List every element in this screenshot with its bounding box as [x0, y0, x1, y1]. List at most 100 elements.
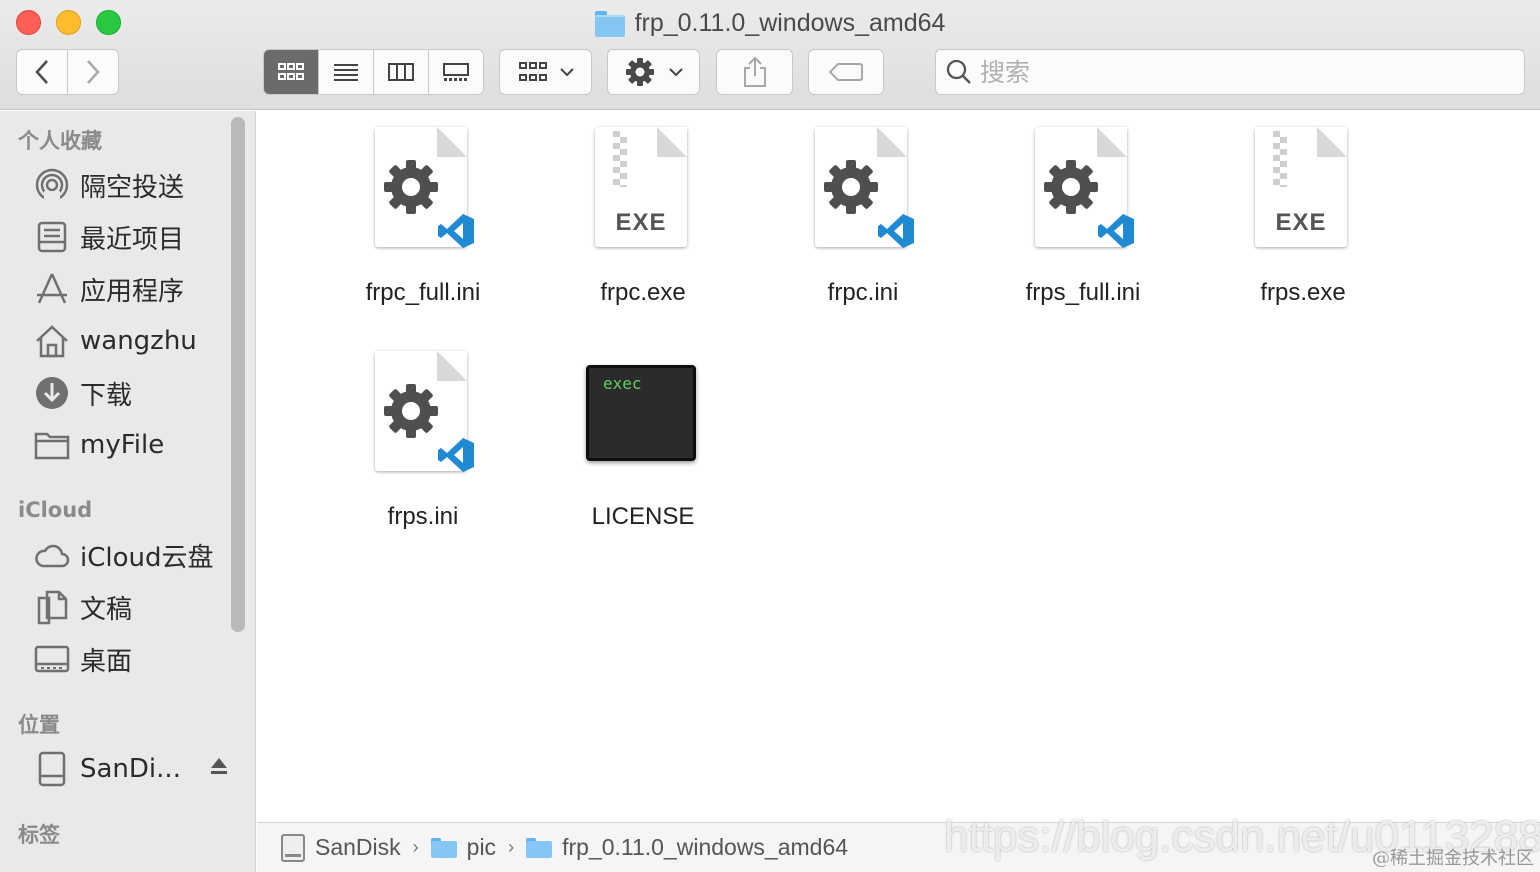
- sidebar-item-label: wangzhu: [80, 326, 197, 356]
- sidebar-section-tags: 标签: [18, 823, 60, 847]
- gear-icon: [384, 160, 438, 214]
- ini-file-icon: [1023, 127, 1143, 259]
- file-name: frpc.ini: [827, 279, 899, 306]
- search-field[interactable]: [935, 49, 1525, 95]
- file-item[interactable]: frpc.ini: [753, 127, 973, 327]
- sidebar-item-label: 隔空投送: [80, 172, 185, 203]
- path-item-label: pic: [466, 834, 497, 860]
- group-by-button[interactable]: [499, 49, 592, 95]
- icon-view-button[interactable]: [264, 50, 318, 94]
- file-item[interactable]: frps.ini: [313, 351, 533, 551]
- file-name: frpc_full.ini: [365, 279, 481, 306]
- sidebar-item-label: 下载: [80, 380, 133, 411]
- window-title-text: frp_0.11.0_windows_amd64: [634, 8, 946, 37]
- column-view-button[interactable]: [373, 50, 428, 94]
- tags-button[interactable]: [808, 49, 884, 95]
- chevron-right-icon: ›: [412, 837, 419, 857]
- recents-icon: [34, 219, 70, 255]
- file-name: frps.exe: [1260, 279, 1346, 306]
- action-menu-button[interactable]: [607, 49, 700, 95]
- icon-grid-icon: [518, 62, 547, 81]
- airdrop-icon: [34, 167, 70, 203]
- chevron-down-icon: [559, 68, 574, 77]
- vscode-icon: [1098, 214, 1134, 248]
- vscode-icon: [438, 214, 474, 248]
- sidebar-scrollbar[interactable]: [231, 117, 245, 632]
- ini-file-icon: [363, 127, 483, 259]
- folder-icon: [430, 837, 457, 858]
- exec-label: exec: [603, 374, 642, 393]
- sidebar-item-recents[interactable]: 最近项目: [34, 217, 229, 257]
- sidebar-item-sandisk[interactable]: SanDi...: [34, 749, 229, 789]
- sidebar-item-label: SanDi...: [80, 754, 181, 784]
- disk-icon: [281, 833, 305, 862]
- ini-file-icon: [803, 127, 923, 259]
- sidebar-item-label: 文稿: [80, 594, 133, 625]
- eject-icon[interactable]: [209, 756, 229, 782]
- window-title: frp_0.11.0_windows_amd64: [0, 8, 1540, 38]
- sidebar-item-label: 应用程序: [80, 276, 185, 307]
- share-icon: [743, 56, 766, 87]
- folder-icon: [526, 837, 553, 858]
- sidebar-section-icloud: iCloud: [18, 498, 93, 522]
- path-item-sandisk[interactable]: SanDisk: [281, 833, 401, 862]
- sidebar-item-airdrop[interactable]: 隔空投送: [34, 165, 229, 205]
- path-item-pic[interactable]: pic: [430, 834, 497, 861]
- path-item-label: frp_0.11.0_windows_amd64: [562, 834, 849, 860]
- file-item[interactable]: frpc_full.ini: [313, 127, 533, 327]
- chevron-left-icon: [35, 60, 48, 84]
- forward-button[interactable]: [67, 50, 118, 94]
- share-button[interactable]: [716, 49, 793, 95]
- path-item-current-folder[interactable]: frp_0.11.0_windows_amd64: [526, 834, 848, 861]
- sidebar-section-favorites: 个人收藏: [18, 129, 102, 153]
- sidebar-section-locations: 位置: [18, 713, 60, 737]
- terminal-exec-icon: exec: [583, 351, 703, 483]
- chevron-right-icon: [87, 60, 100, 84]
- search-input[interactable]: [980, 57, 1500, 87]
- sidebar-item-label: 桌面: [80, 646, 133, 677]
- sidebar-item-applications[interactable]: 应用程序: [34, 269, 229, 309]
- view-mode-segment: [263, 49, 484, 95]
- sidebar-item-downloads[interactable]: 下载: [34, 373, 229, 413]
- list-icon: [334, 64, 358, 81]
- sidebar-item-label: iCloud云盘: [80, 542, 214, 573]
- path-item-label: SanDisk: [315, 834, 401, 860]
- nav-buttons: [16, 49, 119, 95]
- exe-file-icon: EXE: [1243, 127, 1363, 259]
- file-item[interactable]: exec LICENSE: [533, 351, 753, 551]
- sidebar-item-documents[interactable]: 文稿: [34, 587, 229, 627]
- home-icon: [34, 323, 70, 359]
- gallery-view-button[interactable]: [428, 50, 483, 94]
- sidebar-item-desktop[interactable]: 桌面: [34, 639, 229, 679]
- chevron-down-icon: [668, 68, 683, 77]
- sidebar-item-home[interactable]: wangzhu: [34, 321, 229, 361]
- search-icon: [946, 59, 971, 84]
- applications-icon: [34, 271, 70, 307]
- file-item[interactable]: frps_full.ini: [973, 127, 1193, 327]
- chevron-right-icon: ›: [508, 837, 515, 857]
- sidebar-item-icloud-drive[interactable]: iCloud云盘: [34, 535, 229, 575]
- gear-icon: [625, 58, 654, 86]
- gear-icon: [1044, 160, 1098, 214]
- sidebar-item-label: myFile: [80, 430, 165, 460]
- file-item[interactable]: EXE frpc.exe: [533, 127, 753, 327]
- sidebar-item-myfile[interactable]: myFile: [34, 425, 229, 465]
- gear-icon: [824, 160, 878, 214]
- sidebar-item-label: 最近项目: [80, 224, 185, 255]
- icon-grid-icon: [278, 63, 304, 80]
- list-view-button[interactable]: [318, 50, 373, 94]
- exe-badge: EXE: [615, 209, 667, 236]
- documents-icon: [34, 589, 70, 625]
- vscode-icon: [438, 438, 474, 472]
- file-name: frps_full.ini: [1025, 279, 1141, 306]
- window-toolbar: frp_0.11.0_windows_amd64: [0, 0, 1540, 110]
- gallery-icon: [443, 63, 469, 81]
- cloud-icon: [34, 537, 70, 573]
- zipper-icon: [1273, 131, 1287, 187]
- back-button[interactable]: [17, 50, 67, 94]
- ini-file-icon: [363, 351, 483, 483]
- vscode-icon: [878, 214, 914, 248]
- file-name: LICENSE: [591, 503, 695, 530]
- file-item[interactable]: EXE frps.exe: [1193, 127, 1413, 327]
- columns-icon: [388, 63, 414, 81]
